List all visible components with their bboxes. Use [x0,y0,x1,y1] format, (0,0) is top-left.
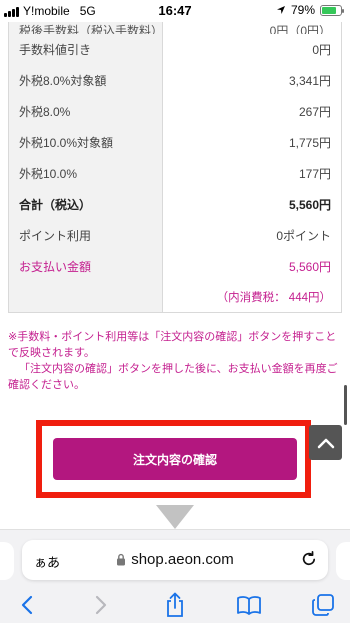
row-label: 合計（税込） [19,198,92,212]
prev-tab-peek[interactable] [0,542,14,580]
lock-icon [117,553,126,566]
summary-row: 外税10.0% 177円 [9,158,341,189]
location-arrow-icon [276,6,285,14]
scroll-to-top-button[interactable] [309,425,342,460]
battery-icon [320,4,344,16]
browser-toolbar [0,590,350,620]
scrollbar-thumb[interactable] [344,385,347,425]
row-value: 0ポイント [276,229,331,243]
row-value: 0円（0円） [269,24,331,34]
forward-icon [95,595,107,615]
row-label: 外税8.0%対象額 [19,74,107,88]
summary-row-payment: お支払い金額 5,560円 [9,251,341,282]
summary-row-points: ポイント利用 0ポイント [9,220,341,251]
battery-percent: 79% [290,3,315,17]
summary-row: 外税8.0%対象額 3,341円 [9,65,341,96]
tabs-button[interactable] [310,592,336,618]
tabs-icon [312,594,334,616]
summary-row-total: 合計（税込） 5,560円 [9,189,341,220]
summary-row: 手数料値引き 0円 [9,34,341,65]
back-button[interactable] [14,592,40,618]
row-label: 外税10.0%対象額 [19,136,114,150]
row-label: ポイント利用 [19,229,92,243]
notice-line-1: ※手数料・ポイント利用等は「注文内容の確認」ボタンを押すことで反映されます。 [8,331,337,359]
down-arrow-indicator [156,505,194,529]
row-label: 税後手数料（税込手数料） [19,24,164,34]
confirm-order-button[interactable]: 注文内容の確認 [53,438,297,480]
browser-chrome: ぁあ shop.aeon.com [0,529,350,623]
reload-icon [302,550,316,566]
row-label: 外税8.0% [19,105,71,119]
back-icon [21,595,33,615]
status-right: 79% [276,3,344,17]
tax-note: （内消費税： 444円） [216,292,331,304]
row-value: 1,775円 [288,136,331,150]
share-icon [167,592,183,617]
row-value: 3,341円 [288,74,331,88]
address-bar[interactable]: ぁあ shop.aeon.com [22,540,328,580]
row-label: 手数料値引き [19,43,92,57]
summary-row: 外税8.0% 267円 [9,96,341,127]
row-value: 177円 [298,167,331,181]
url-text: shop.aeon.com [131,551,234,568]
summary-row-partial: 税後手数料（税込手数料） 0円（0円） [9,22,341,34]
url-display[interactable]: shop.aeon.com [22,551,328,568]
bookmarks-icon [237,596,261,615]
status-bar: Y!mobile 5G 16:47 79% [0,0,350,22]
notice-line-2: 「注文内容の確認」ボタンを押した後に、お支払い金額を再度ご確認ください。 [8,363,338,391]
chevron-up-icon [317,438,334,448]
row-label: お支払い金額 [19,260,92,274]
reload-button[interactable] [300,550,318,573]
row-value: 0円 [312,43,331,57]
bookmarks-button[interactable] [236,592,262,618]
order-summary-table: 税後手数料（税込手数料） 0円（0円） 手数料値引き 0円 外税8.0%対象額 … [8,22,342,313]
row-value: 5,560円 [288,198,331,212]
row-label: 外税10.0% [19,167,78,181]
notice-text: ※手数料・ポイント利用等は「注文内容の確認」ボタンを押すことで反映されます。 「… [8,329,342,393]
forward-button[interactable] [88,592,114,618]
summary-row: 外税10.0%対象額 1,775円 [9,127,341,158]
summary-row-tax-note: （内消費税： 444円） [9,282,341,312]
row-value: 5,560円 [288,260,331,274]
row-value: 267円 [298,105,331,119]
next-tab-peek[interactable] [336,542,350,580]
share-button[interactable] [162,592,188,618]
